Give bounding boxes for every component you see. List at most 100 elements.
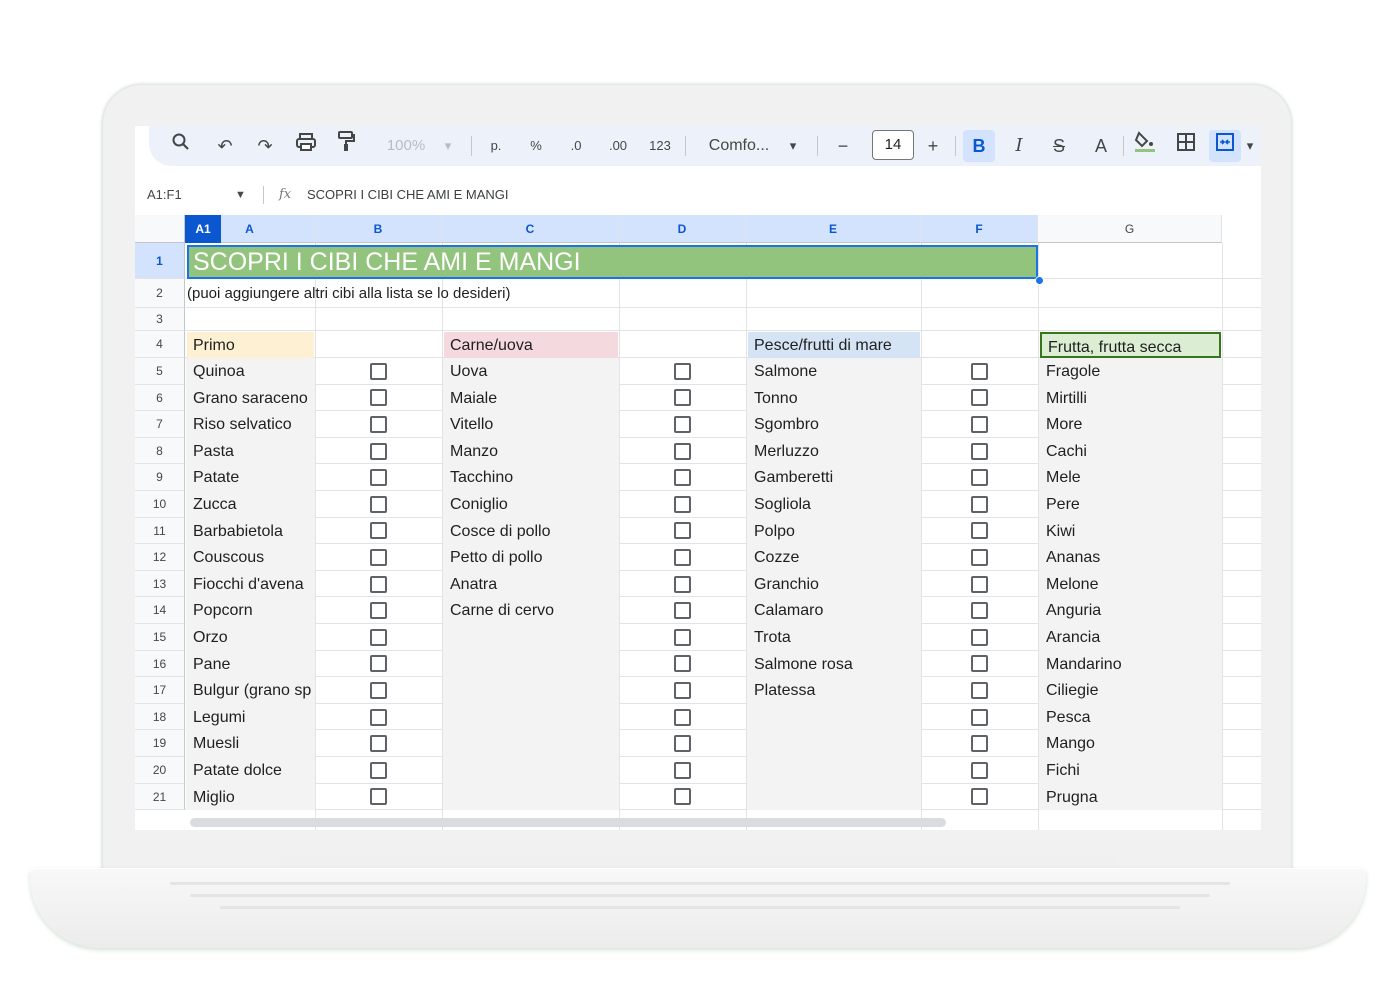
list-item[interactable]: Miglio bbox=[187, 784, 315, 811]
row-header-1[interactable]: 1 bbox=[135, 243, 185, 279]
checkbox[interactable] bbox=[673, 389, 691, 407]
checkbox[interactable] bbox=[369, 549, 387, 566]
row-header-3[interactable]: 3 bbox=[135, 308, 185, 331]
sheet-title-cell[interactable]: SCOPRI I CIBI CHE AMI E MANGI bbox=[187, 245, 1038, 279]
search-icon[interactable] bbox=[167, 130, 195, 162]
checkbox[interactable] bbox=[673, 682, 691, 699]
row-header-5[interactable]: 5 bbox=[135, 358, 185, 385]
list-item[interactable]: Salmone rosa bbox=[748, 651, 921, 678]
list-item[interactable]: Riso selvatico bbox=[187, 411, 315, 438]
category-header-1[interactable]: Primo bbox=[187, 332, 314, 358]
checkbox[interactable] bbox=[369, 735, 387, 753]
row-header-19[interactable]: 19 bbox=[135, 730, 185, 757]
list-item[interactable]: Fiocchi d'avena bbox=[187, 571, 315, 598]
fill-color-icon[interactable] bbox=[1129, 130, 1161, 162]
list-item[interactable]: Cachi bbox=[1040, 438, 1222, 465]
zoom-select[interactable]: 100% bbox=[381, 130, 431, 162]
checkbox[interactable] bbox=[673, 655, 691, 673]
category-header-3[interactable]: Pesce/frutti di mare bbox=[748, 332, 920, 358]
checkbox[interactable] bbox=[970, 549, 988, 566]
checkbox[interactable] bbox=[673, 522, 691, 540]
redo-icon[interactable]: ↷ bbox=[251, 130, 279, 162]
list-item[interactable]: Uova bbox=[444, 358, 619, 385]
list-item[interactable]: Bulgur (grano sp bbox=[187, 677, 315, 704]
checkbox[interactable] bbox=[970, 495, 988, 513]
list-item[interactable]: Tacchino bbox=[444, 464, 619, 491]
format-currency-button[interactable]: p. bbox=[483, 130, 509, 162]
checkbox[interactable] bbox=[369, 495, 387, 513]
list-item[interactable]: Pane bbox=[187, 651, 315, 678]
checkbox[interactable] bbox=[970, 522, 988, 540]
select-all-corner[interactable] bbox=[135, 215, 185, 243]
list-item[interactable]: Merluzzo bbox=[748, 438, 921, 465]
paint-format-icon[interactable] bbox=[332, 130, 360, 162]
merge-cells-icon[interactable] bbox=[1209, 130, 1241, 162]
decrease-decimal-button[interactable]: .0 bbox=[563, 130, 589, 162]
merge-dropdown-icon[interactable]: ▾ bbox=[1243, 130, 1257, 162]
checkbox[interactable] bbox=[673, 628, 691, 646]
name-box[interactable]: A1:F1 bbox=[147, 180, 182, 210]
list-item[interactable]: Pesca bbox=[1040, 704, 1222, 731]
list-item[interactable]: Gamberetti bbox=[748, 464, 921, 491]
list-item[interactable]: Sgombro bbox=[748, 411, 921, 438]
list-item[interactable]: Arancia bbox=[1040, 624, 1222, 651]
column-header-b[interactable]: B bbox=[315, 215, 442, 243]
row-header-12[interactable]: 12 bbox=[135, 544, 185, 571]
checkbox[interactable] bbox=[673, 495, 691, 513]
checkbox[interactable] bbox=[970, 469, 988, 487]
list-item[interactable]: Couscous bbox=[187, 544, 315, 571]
checkbox[interactable] bbox=[673, 575, 691, 593]
checkbox[interactable] bbox=[673, 549, 691, 566]
list-item[interactable]: Legumi bbox=[187, 704, 315, 731]
more-formats-button[interactable]: 123 bbox=[645, 130, 675, 162]
row-header-4[interactable]: 4 bbox=[135, 331, 185, 358]
list-item[interactable]: Petto di pollo bbox=[444, 544, 619, 571]
list-item[interactable]: Quinoa bbox=[187, 358, 315, 385]
bold-button[interactable]: B bbox=[963, 130, 995, 162]
row-header-20[interactable]: 20 bbox=[135, 757, 185, 784]
text-color-button[interactable]: A bbox=[1087, 130, 1115, 162]
list-item[interactable]: Cozze bbox=[748, 544, 921, 571]
list-item[interactable]: Grano saraceno bbox=[187, 385, 315, 412]
font-select[interactable]: Comfo... bbox=[701, 130, 777, 162]
column-header-c[interactable]: C bbox=[442, 215, 619, 243]
list-item[interactable]: Calamaro bbox=[748, 597, 921, 624]
strikethrough-button[interactable]: S bbox=[1045, 130, 1073, 162]
checkbox[interactable] bbox=[369, 442, 387, 460]
checkbox[interactable] bbox=[970, 389, 988, 407]
checkbox[interactable] bbox=[369, 602, 387, 620]
increase-font-size-button[interactable]: + bbox=[919, 130, 947, 162]
checkbox[interactable] bbox=[673, 469, 691, 487]
list-item[interactable]: Polpo bbox=[748, 518, 921, 545]
row-header-15[interactable]: 15 bbox=[135, 624, 185, 651]
list-item[interactable]: Salmone bbox=[748, 358, 921, 385]
checkbox[interactable] bbox=[673, 602, 691, 620]
list-item[interactable]: Tonno bbox=[748, 385, 921, 412]
increase-decimal-button[interactable]: .00 bbox=[603, 130, 633, 162]
checkbox[interactable] bbox=[673, 788, 691, 806]
list-item[interactable]: Popcorn bbox=[187, 597, 315, 624]
list-item[interactable]: Ananas bbox=[1040, 544, 1222, 571]
list-item[interactable]: Carne di cervo bbox=[444, 597, 619, 624]
checkbox[interactable] bbox=[369, 682, 387, 699]
checkbox[interactable] bbox=[970, 362, 988, 380]
column-header-f[interactable]: F bbox=[921, 215, 1038, 243]
row-header-9[interactable]: 9 bbox=[135, 464, 185, 491]
checkbox[interactable] bbox=[970, 575, 988, 593]
selection-handle[interactable] bbox=[1035, 276, 1044, 285]
row-header-10[interactable]: 10 bbox=[135, 491, 185, 518]
list-item[interactable]: Barbabietola bbox=[187, 518, 315, 545]
sheet-subtitle-cell[interactable]: (puoi aggiungere altri cibi alla lista s… bbox=[187, 281, 511, 307]
category-header-2[interactable]: Carne/uova bbox=[444, 332, 618, 358]
list-item[interactable]: Prugna bbox=[1040, 784, 1222, 811]
checkbox[interactable] bbox=[369, 575, 387, 593]
list-item[interactable]: Cosce di pollo bbox=[444, 518, 619, 545]
row-header-18[interactable]: 18 bbox=[135, 703, 185, 731]
row-header-11[interactable]: 11 bbox=[135, 517, 185, 545]
checkbox[interactable] bbox=[970, 442, 988, 460]
list-item[interactable]: Mirtilli bbox=[1040, 385, 1222, 412]
list-item[interactable]: Vitello bbox=[444, 411, 619, 438]
checkbox[interactable] bbox=[369, 628, 387, 646]
list-item[interactable]: Mandarino bbox=[1040, 651, 1222, 678]
name-box-dropdown-icon[interactable]: ▼ bbox=[235, 180, 246, 210]
